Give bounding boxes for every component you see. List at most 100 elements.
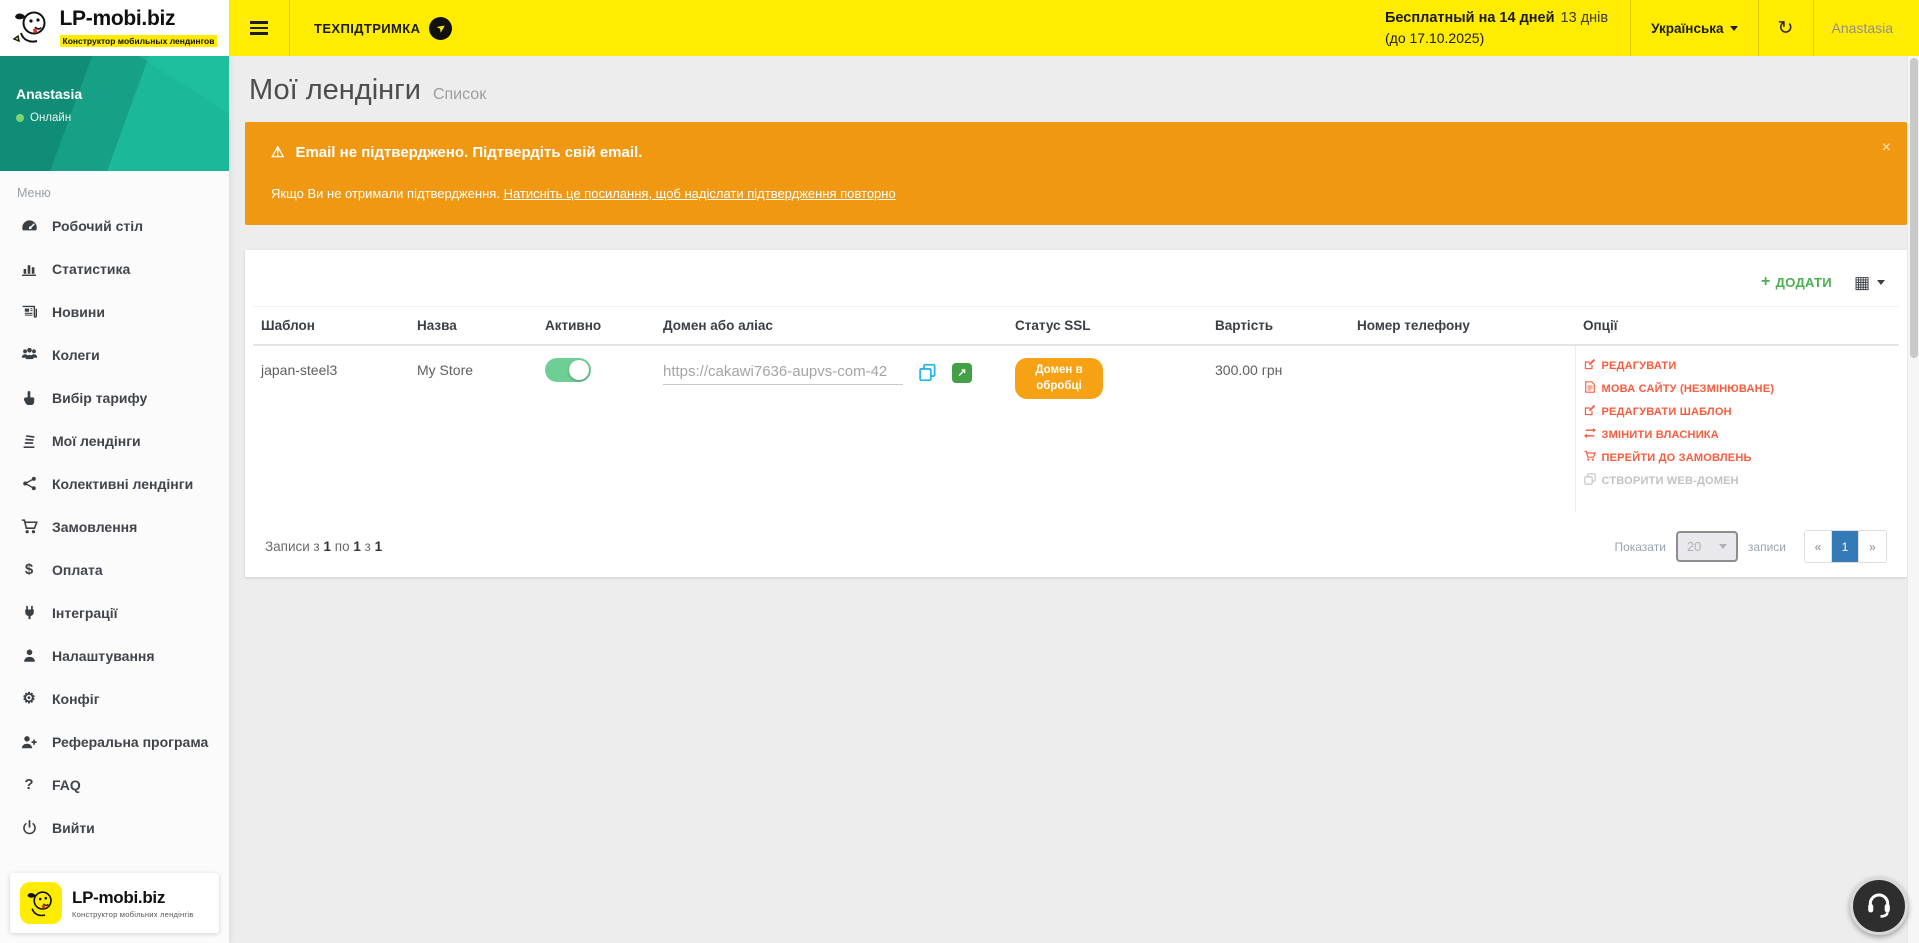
dog-logo-icon: [20, 882, 62, 924]
col-header-template: Шаблон: [253, 307, 409, 346]
add-landing-button[interactable]: + ДОДАТИ: [1761, 273, 1832, 291]
refresh-icon: ↻: [1778, 17, 1794, 40]
share-icon: [19, 476, 39, 491]
edit-icon: [1584, 404, 1596, 419]
warning-triangle-icon: ⚠︎: [271, 143, 284, 161]
landings-table: Шаблон Назва Активно Домен або аліас Ста…: [253, 306, 1899, 512]
landings-panel: + ДОДАТИ ▦ Шаблон Назва Активно Домен аб…: [245, 250, 1907, 577]
active-toggle[interactable]: [545, 358, 591, 382]
language-icon: [1584, 381, 1596, 396]
hamburger-menu-button[interactable]: [229, 0, 289, 56]
footer-logo-title: LP-mobi.biz: [72, 888, 193, 908]
sidebar-item-colleagues[interactable]: Колеги: [0, 333, 229, 376]
dog-logo-icon: [12, 6, 52, 51]
domain-input[interactable]: [663, 360, 903, 385]
gears-icon: ⚙︎: [19, 691, 39, 706]
refresh-button[interactable]: ↻: [1759, 0, 1813, 56]
table-row: japan-steel3 My Store ↗ Домен в обробці: [253, 345, 1899, 512]
option-go-to-orders[interactable]: ПЕРЕЙТИ ДО ЗАМОВЛЕНЬ: [1584, 450, 1892, 465]
option-create-web-domain: СТВОРИТИ WEB-ДОМЕН: [1584, 473, 1892, 488]
pagination-prev-button[interactable]: «: [1805, 531, 1832, 562]
show-label: Показати: [1614, 540, 1665, 554]
page-header: Мої лендінги Список: [245, 74, 1907, 107]
plus-icon: +: [1761, 273, 1771, 291]
col-header-name: Назва: [409, 307, 537, 346]
chevron-down-icon: [1719, 544, 1727, 549]
row-options: РЕДАГУВАТИ МОВА САЙТУ (НЕЗМІНЮВАНЕ) РЕДА…: [1584, 358, 1892, 488]
cell-name: My Store: [409, 345, 537, 512]
pagination: « 1 »: [1804, 530, 1887, 563]
close-icon[interactable]: ×: [1882, 140, 1891, 156]
sidebar-item-referral[interactable]: Реферальна програма: [0, 720, 229, 763]
sidebar-item-my-landings[interactable]: Мої лендінги: [0, 419, 229, 462]
support-label: ТЕХПІДТРИМКА: [314, 21, 420, 36]
sidebar-item-faq[interactable]: ? FAQ: [0, 763, 229, 806]
sidebar-item-integrations[interactable]: Інтеграції: [0, 591, 229, 634]
cell-price: 300.00 грн: [1207, 345, 1349, 512]
scrollbar-thumb[interactable]: [1910, 58, 1918, 358]
copy-icon[interactable]: [918, 363, 937, 382]
online-status-dot: [16, 114, 24, 122]
email-warning-banner: ⚠︎ Email не підтверджено. Підтвердіть св…: [245, 122, 1907, 225]
columns-view-dropdown[interactable]: ▦: [1854, 274, 1885, 291]
sidebar-item-settings[interactable]: Налаштування: [0, 634, 229, 677]
user-menu[interactable]: Anastasia: [1814, 0, 1919, 56]
top-header: LP-mobi.biz Конструктор мобильных лендин…: [0, 0, 1919, 56]
stack-icon: [19, 433, 39, 449]
language-dropdown[interactable]: Українська: [1631, 0, 1757, 56]
footer-logo-tagline: Конструктор мобільних лендінгів: [72, 910, 193, 919]
option-edit[interactable]: РЕДАГУВАТИ: [1584, 358, 1892, 373]
sidebar-item-tariff[interactable]: Вибір тарифу: [0, 376, 229, 419]
question-icon: ?: [19, 777, 39, 792]
resend-confirmation-link[interactable]: Натисніть це посилання, щоб надіслати пі…: [504, 186, 896, 201]
option-site-language[interactable]: МОВА САЙТУ (НЕЗМІНЮВАНЕ): [1584, 381, 1892, 396]
col-header-ssl: Статус SSL: [1007, 307, 1207, 346]
cell-template: japan-steel3: [253, 345, 409, 512]
option-edit-template[interactable]: РЕДАГУВАТИ ШАБЛОН: [1584, 404, 1892, 419]
pagination-next-button[interactable]: »: [1859, 531, 1886, 562]
table-header-row: Шаблон Назва Активно Домен або аліас Ста…: [253, 307, 1899, 346]
tech-support-link[interactable]: ТЕХПІДТРИМКА ➤: [290, 0, 476, 56]
user-plus-icon: [19, 734, 39, 750]
sidebar-item-collective-landings[interactable]: Колективні лендінги: [0, 462, 229, 505]
support-chat-button[interactable]: [1850, 877, 1908, 935]
vertical-scrollbar: [1907, 56, 1919, 943]
pagination-page-1[interactable]: 1: [1832, 531, 1859, 562]
main-content: Мої лендінги Список ⚠︎ Email не підтверд…: [229, 56, 1919, 943]
sidebar-item-statistics[interactable]: Статистика: [0, 247, 229, 290]
username-label: Anastasia: [1832, 20, 1893, 36]
table-grid-icon: ▦: [1854, 274, 1870, 291]
sidebar-item-dashboard[interactable]: Робочий стіл: [0, 204, 229, 247]
profile-name: Anastasia: [16, 86, 213, 102]
gauge-icon: [19, 217, 39, 234]
trial-plan-name: Бесплатный на 14 дней: [1385, 10, 1555, 26]
sidebar-item-news[interactable]: Новини: [0, 290, 229, 333]
page-size-select[interactable]: 20: [1676, 531, 1738, 562]
sidebar-item-logout[interactable]: Вийти: [0, 806, 229, 849]
logo-title: LP-mobi.biz: [60, 7, 176, 30]
sidebar: Anastasia Онлайн Меню Робочий стіл Стати…: [0, 56, 229, 943]
exchange-icon: [1584, 427, 1596, 442]
sidebar-item-orders[interactable]: Замовлення: [0, 505, 229, 548]
ssl-status-badge: Домен в обробці: [1015, 358, 1103, 399]
trial-status: Бесплатный на 14 дней13 днів (до 17.10.2…: [1363, 0, 1630, 56]
sidebar-menu: Робочий стіл Статистика Новини Колеги Ви…: [0, 204, 229, 849]
table-footer: Записи з 1 по 1 з 1 Показати 20 записи «…: [253, 526, 1899, 565]
sidebar-item-config[interactable]: ⚙︎ Конфіг: [0, 677, 229, 720]
sidebar-footer-logo: LP-mobi.biz Конструктор мобільних лендін…: [10, 873, 219, 933]
page-title: Мої лендінги: [249, 74, 421, 107]
external-link-icon[interactable]: ↗: [952, 363, 972, 383]
cell-phone: [1349, 345, 1575, 512]
sidebar-item-payment[interactable]: $ Оплата: [0, 548, 229, 591]
online-status-label: Онлайн: [30, 112, 71, 124]
option-change-owner[interactable]: ЗМІНИТИ ВЛАСНИКА: [1584, 427, 1892, 442]
sidebar-profile: Anastasia Онлайн: [0, 56, 229, 171]
language-label: Українська: [1651, 21, 1723, 36]
menu-section-label: Меню: [0, 171, 229, 204]
records-label: записи: [1748, 540, 1786, 554]
alert-title: Email не підтверджено. Підтвердіть свій …: [295, 144, 642, 161]
app-logo: LP-mobi.biz Конструктор мобильных лендин…: [0, 0, 229, 56]
col-header-active: Активно: [537, 307, 655, 346]
newspaper-icon: [19, 303, 39, 320]
user-icon: [19, 648, 39, 663]
